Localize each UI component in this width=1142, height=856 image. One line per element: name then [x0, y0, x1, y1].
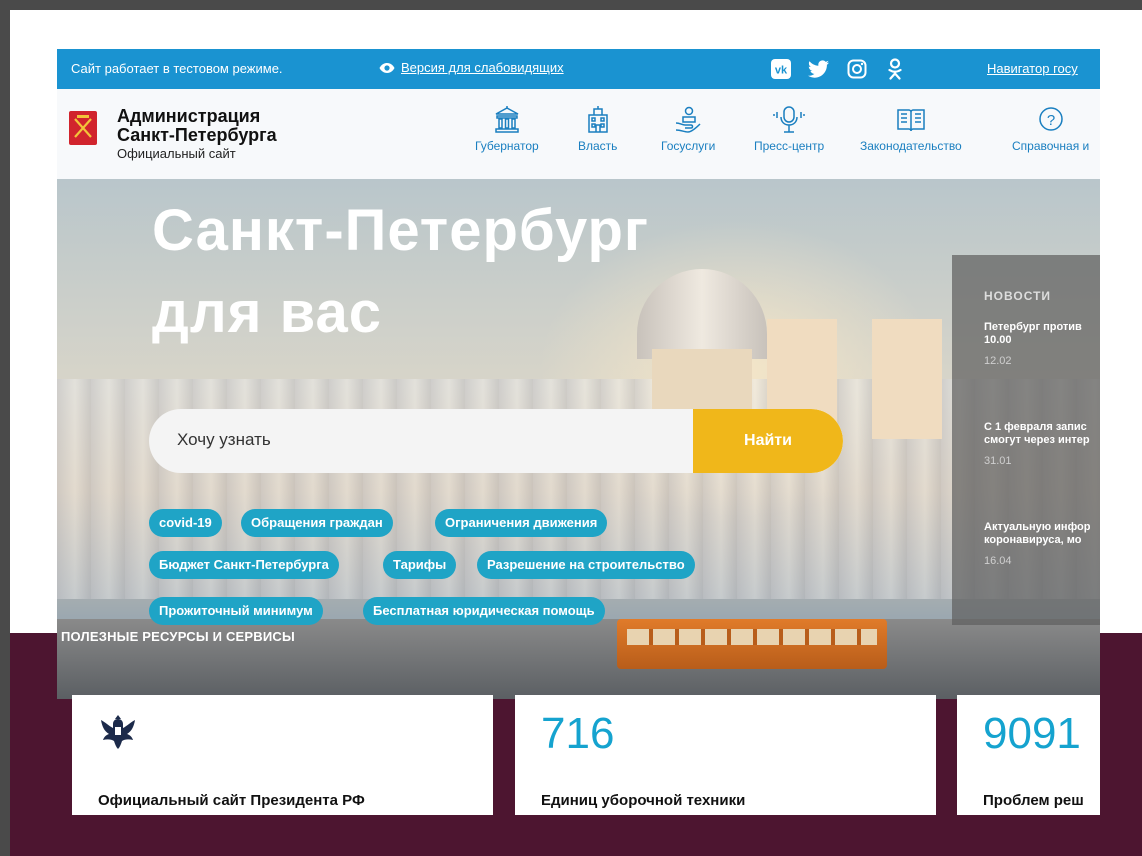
microphone-icon: [773, 106, 805, 133]
nav-gosuslugi-label: Госуслуги: [661, 139, 716, 153]
news-item-text-cont: смогут через интер: [984, 434, 1090, 446]
cathedral-tower-right: [872, 319, 942, 439]
tag-tariffs[interactable]: Тарифы: [383, 551, 457, 579]
nav-power[interactable]: Власть: [578, 105, 617, 153]
cathedral-drum: [652, 349, 752, 409]
site-header: Администрация Санкт-Петербурга Официальн…: [57, 89, 1100, 179]
nav-governor-label: Губернатор: [475, 139, 539, 153]
nav-help-label: Справочная и: [1012, 139, 1090, 153]
test-mode-notice: Сайт работает в тестовом режиме.: [71, 61, 283, 76]
tag-living-wage[interactable]: Прожиточный минимум: [149, 597, 323, 625]
site-viewport: Сайт работает в тестовом режиме. Версия …: [57, 49, 1100, 815]
law-book-icon: [897, 109, 925, 132]
news-item-text: Актуальную инфор: [984, 521, 1091, 533]
news-item-date: 16.04: [984, 555, 1012, 567]
low-vision-link[interactable]: Версия для слабовидящих: [379, 60, 564, 75]
governor-building-icon: [495, 106, 519, 133]
hero-section: Санкт-Петербург для вас Хочу узнать Найт…: [57, 179, 1100, 699]
news-item-date: 12.02: [984, 355, 1012, 367]
resource-card-label: Официальный сайт Президента РФ: [98, 792, 365, 809]
news-item-text: С 1 февраля запис: [984, 421, 1087, 433]
nav-power-label: Власть: [578, 139, 618, 153]
nav-press-center-label: Пресс-центр: [754, 139, 825, 153]
resource-card-problems-solved[interactable]: 9091 Проблем реш: [957, 695, 1100, 815]
resource-card-president[interactable]: Официальный сайт Президента РФ: [72, 695, 493, 815]
resource-card-cleaning-machines[interactable]: 716 Единиц уборочной техники: [515, 695, 936, 815]
odnoklassniki-icon[interactable]: [883, 57, 907, 81]
top-bar: Сайт работает в тестовом режиме. Версия …: [57, 49, 1100, 89]
resource-card-value: 9091: [983, 709, 1081, 758]
tag-spb-budget[interactable]: Бюджет Санкт-Петербурга: [149, 551, 339, 579]
org-name-line2[interactable]: Санкт-Петербурга: [117, 125, 277, 145]
tag-free-legal-aid[interactable]: Бесплатная юридическая помощь: [363, 597, 605, 625]
low-vision-link-label: Версия для слабовидящих: [401, 60, 564, 75]
search-bar: Хочу узнать Найти: [149, 409, 843, 473]
hero-title-line2: для вас: [152, 280, 383, 345]
org-name-line1[interactable]: Администрация: [117, 106, 260, 126]
instagram-icon[interactable]: [845, 57, 869, 81]
nav-legislation[interactable]: Законодательство: [860, 105, 962, 153]
help-question-icon: ?: [1038, 107, 1063, 131]
russian-eagle-emblem-icon: [98, 711, 138, 760]
resource-card-label: Единиц уборочной техники: [541, 792, 746, 809]
site-subtitle: Официальный сайт: [117, 146, 236, 161]
tram: [617, 619, 887, 669]
nav-governor[interactable]: Губернатор: [475, 105, 539, 153]
search-input[interactable]: Хочу узнать: [177, 430, 271, 450]
search-button[interactable]: Найти: [693, 409, 843, 473]
news-item-text-cont: 10.00: [984, 334, 1012, 346]
social-links: vk: [769, 57, 907, 81]
resource-card-value: 716: [541, 709, 615, 758]
news-item-text-cont: коронавируса, мо: [984, 534, 1082, 546]
tag-traffic-restrictions[interactable]: Ограничения движения: [435, 509, 608, 537]
tag-citizen-appeals[interactable]: Обращения граждан: [241, 509, 393, 537]
nav-help[interactable]: ? Справочная и: [1012, 105, 1089, 153]
hero-title-line1: Санкт-Петербург: [152, 198, 650, 263]
services-hand-icon: [676, 106, 701, 133]
news-title: НОВОСТИ: [984, 289, 1052, 303]
spb-coat-of-arms-logo[interactable]: [69, 111, 97, 145]
news-panel: НОВОСТИ Петербург против 10.00 12.02 С 1…: [952, 255, 1100, 625]
resources-section-title: ПОЛЕЗНЫЕ РЕСУРСЫ И СЕРВИСЫ: [61, 629, 295, 644]
vk-icon[interactable]: vk: [769, 57, 793, 81]
twitter-icon[interactable]: [807, 57, 831, 81]
news-item-text: Петербург против: [984, 321, 1082, 333]
power-building-icon: [587, 106, 608, 133]
eye-icon: [379, 62, 395, 73]
news-item-date: 31.01: [984, 455, 1012, 467]
gov-services-navigator-link[interactable]: Навигатор госу: [987, 61, 1078, 76]
nav-press-center[interactable]: Пресс-центр: [754, 105, 824, 153]
nav-gosuslugi[interactable]: Госуслуги: [661, 105, 715, 153]
tag-covid[interactable]: covid-19: [149, 509, 222, 537]
resource-card-label: Проблем реш: [983, 792, 1084, 809]
tag-building-permit[interactable]: Разрешение на строительство: [477, 551, 695, 579]
nav-legislation-label: Законодательство: [860, 139, 962, 153]
svg-text:?: ?: [1046, 112, 1054, 129]
svg-text:vk: vk: [775, 65, 788, 77]
